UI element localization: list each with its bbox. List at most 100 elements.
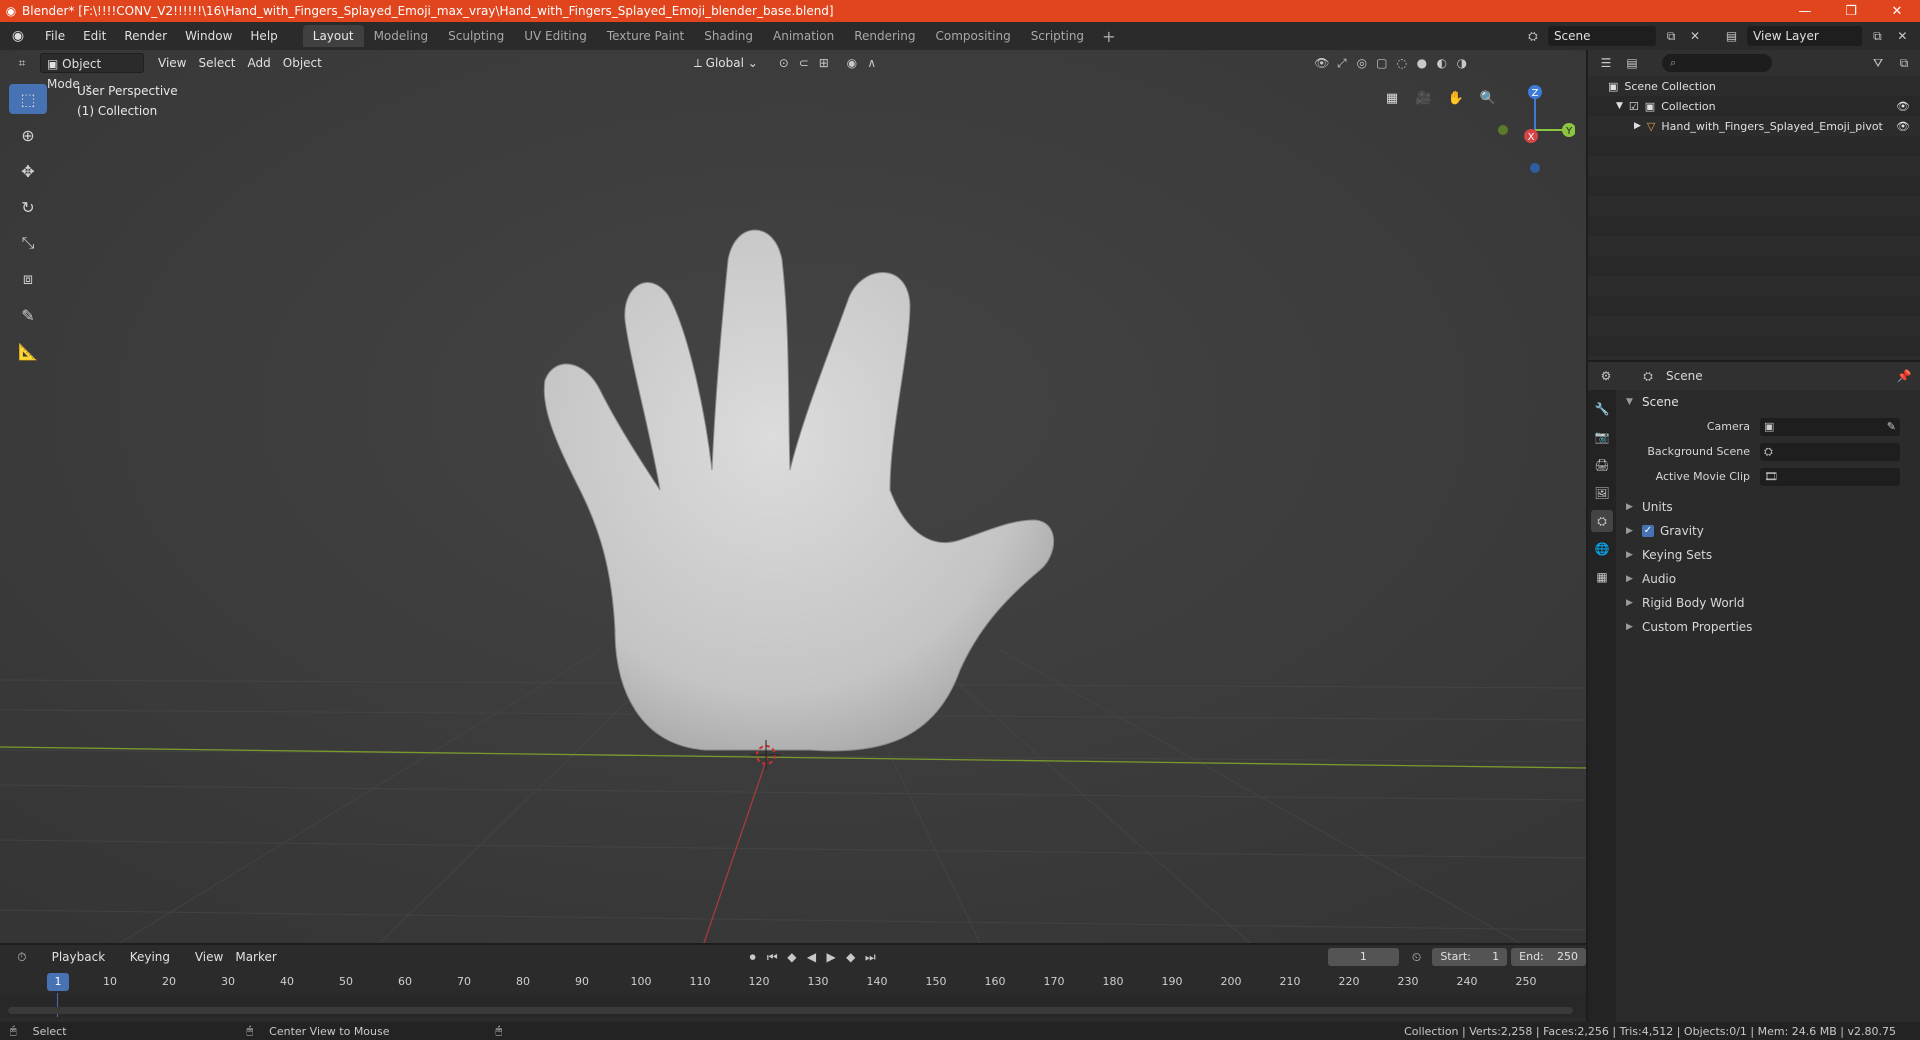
menu-marker[interactable]: Marker — [229, 947, 282, 967]
new-scene-icon[interactable]: ⧉ — [1662, 26, 1680, 46]
snap-icon[interactable]: ⊂ — [794, 53, 814, 73]
menu-object[interactable]: Object — [277, 53, 328, 73]
texture-tab-icon[interactable]: ▦ — [1591, 566, 1613, 588]
mode-dropdown[interactable]: ▣ Object Mode ⌄ — [40, 53, 144, 91]
tab-scripting[interactable]: Scripting — [1021, 25, 1094, 47]
menu-keying[interactable]: Keying ⌄ — [124, 947, 189, 984]
collection-checkbox[interactable]: ☑ — [1629, 100, 1639, 113]
tab-shading[interactable]: Shading — [694, 25, 763, 47]
snap-target-icon[interactable]: ⊞ — [814, 53, 834, 73]
tab-texture-paint[interactable]: Texture Paint — [597, 25, 694, 47]
eyedropper-icon[interactable]: ✎ — [1887, 420, 1896, 433]
timeline-scrollbar[interactable] — [8, 1007, 1573, 1014]
visibility-icon[interactable]: 👁 — [1312, 53, 1332, 73]
outliner-editor-icon[interactable]: ☰ — [1596, 53, 1616, 73]
menu-render[interactable]: Render — [115, 22, 176, 50]
transform-tool-icon[interactable]: ⧈ — [9, 264, 47, 294]
material-shading-icon[interactable]: ◐ — [1432, 53, 1452, 73]
proportional-edit-icon[interactable]: ◉ — [842, 53, 862, 73]
new-view-layer-icon[interactable]: ⧉ — [1868, 26, 1887, 46]
menu-timeline-view[interactable]: View — [189, 947, 229, 967]
outliner-row-collection[interactable]: ▼ ☑ ▣ Collection 👁 — [1588, 96, 1920, 116]
current-frame-field[interactable]: 1 — [1328, 948, 1399, 966]
next-keyframe-icon[interactable]: ◆ — [841, 947, 861, 967]
rendered-shading-icon[interactable]: ◑ — [1452, 53, 1472, 73]
3d-viewport[interactable]: ⌗ ▣ Object Mode ⌄ View Select Add Object… — [0, 50, 1586, 943]
select-box-tool-icon[interactable]: ⬚ — [9, 84, 47, 114]
close-button[interactable]: ✕ — [1874, 0, 1920, 22]
background-scene-field[interactable]: ⛭ — [1760, 442, 1900, 461]
gizmo-toggle-icon[interactable]: ⤢ — [1332, 53, 1352, 73]
scene-icon[interactable]: ⛭ — [1524, 26, 1542, 46]
units-panel[interactable]: ▶ Units — [1618, 495, 1920, 519]
menu-edit[interactable]: Edit — [74, 22, 115, 50]
cursor-tool-icon[interactable]: ⊕ — [9, 120, 47, 150]
transform-orientation-dropdown[interactable]: ⟂ Global ⌄ — [688, 53, 764, 73]
audio-panel[interactable]: ▶ Audio — [1618, 567, 1920, 591]
pin-icon[interactable]: 📌 — [1894, 366, 1914, 386]
measure-tool-icon[interactable]: 📐 — [9, 336, 47, 366]
play-icon[interactable]: ▶ — [821, 947, 841, 967]
overlay-toggle-icon[interactable]: ◎ — [1352, 53, 1372, 73]
tab-uv-editing[interactable]: UV Editing — [514, 25, 597, 47]
output-tab-icon[interactable]: 🖨 — [1591, 454, 1613, 476]
wireframe-shading-icon[interactable]: ◌ — [1392, 53, 1412, 73]
gravity-checkbox[interactable]: ✓ — [1642, 525, 1654, 537]
menu-playback[interactable]: Playback ⌄ — [46, 947, 124, 984]
preview-range-icon[interactable]: ⏲ — [1407, 947, 1427, 967]
outliner-row-object[interactable]: ▶ ▽ Hand_with_Fingers_Splayed_Emoji_pivo… — [1588, 116, 1920, 136]
delete-scene-icon[interactable]: ✕ — [1686, 26, 1704, 46]
camera-view-icon[interactable]: 🎥 — [1412, 86, 1436, 110]
menu-view[interactable]: View — [152, 53, 192, 73]
custom-properties-panel[interactable]: ▶ Custom Properties — [1618, 615, 1920, 639]
tab-modeling[interactable]: Modeling — [364, 25, 439, 47]
falloff-icon[interactable]: ∧ — [862, 53, 882, 73]
tool-tab-icon[interactable]: 🔧 — [1591, 398, 1613, 420]
timeline-ruler[interactable]: 1 10 20 30 40 50 60 70 80 90 100 110 120… — [0, 971, 1586, 993]
view-layer-field[interactable]: View Layer — [1747, 26, 1862, 46]
camera-field[interactable]: ▣ ✎ — [1760, 417, 1900, 436]
menu-file[interactable]: File — [36, 22, 74, 50]
rigid-body-world-panel[interactable]: ▶ Rigid Body World — [1618, 591, 1920, 615]
tab-rendering[interactable]: Rendering — [844, 25, 925, 47]
scene-name-field[interactable]: Scene — [1547, 26, 1657, 46]
menu-add[interactable]: Add — [242, 53, 277, 73]
rotate-tool-icon[interactable]: ↻ — [9, 192, 47, 222]
expand-arrow-icon[interactable]: ▼ — [1616, 101, 1623, 111]
solid-shading-icon[interactable]: ● — [1412, 53, 1432, 73]
axis-gizmo[interactable]: Z Y X — [1495, 80, 1575, 180]
expand-arrow-right-icon[interactable]: ▶ — [1634, 121, 1641, 131]
view-layer-icon[interactable]: ▤ — [1722, 26, 1741, 46]
add-workspace-button[interactable]: + — [1094, 27, 1123, 46]
blender-menu-icon[interactable]: ◉ — [0, 22, 36, 50]
filter-icon[interactable]: ⛛ — [1868, 53, 1888, 73]
xray-toggle-icon[interactable]: ▢ — [1372, 53, 1392, 73]
active-movie-clip-field[interactable]: 🎞 — [1760, 467, 1900, 486]
properties-editor-icon[interactable]: ⚙ — [1596, 366, 1616, 386]
jump-start-icon[interactable]: ⏮ — [762, 947, 782, 967]
current-frame-marker[interactable]: 1 — [47, 973, 69, 991]
annotate-tool-icon[interactable]: ✎ — [9, 300, 47, 330]
display-mode-icon[interactable]: ▤ — [1622, 53, 1642, 73]
view-layer-tab-icon[interactable]: 🖼 — [1591, 482, 1613, 504]
scene-tab-icon[interactable]: ⛭ — [1591, 510, 1613, 532]
tab-animation[interactable]: Animation — [763, 25, 844, 47]
restore-button[interactable]: ❐ — [1828, 0, 1874, 22]
object-eye-icon[interactable]: 👁 — [1896, 120, 1910, 133]
prev-keyframe-icon[interactable]: ◆ — [782, 947, 802, 967]
menu-help[interactable]: Help — [241, 22, 286, 50]
scene-panel-header[interactable]: ▼ Scene — [1618, 390, 1920, 414]
move-tool-icon[interactable]: ✥ — [9, 156, 47, 186]
delete-view-layer-icon[interactable]: ✕ — [1893, 26, 1912, 46]
timeline-editor-icon[interactable]: ⏱ — [12, 947, 32, 967]
ortho-toggle-icon[interactable]: ▦ — [1380, 86, 1404, 110]
start-frame-field[interactable]: Start: 1 — [1432, 948, 1508, 966]
end-frame-field[interactable]: End: 250 — [1511, 948, 1586, 966]
collection-eye-icon[interactable]: 👁 — [1896, 100, 1910, 113]
pivot-point-icon[interactable]: ⊙ — [774, 53, 794, 73]
menu-window[interactable]: Window — [176, 22, 241, 50]
gravity-panel[interactable]: ▶ ✓ Gravity — [1618, 519, 1920, 543]
editor-type-icon[interactable]: ⌗ — [12, 53, 32, 73]
outliner-row-scene-collection[interactable]: ▣ Scene Collection — [1588, 76, 1920, 96]
tab-layout[interactable]: Layout — [302, 25, 364, 47]
